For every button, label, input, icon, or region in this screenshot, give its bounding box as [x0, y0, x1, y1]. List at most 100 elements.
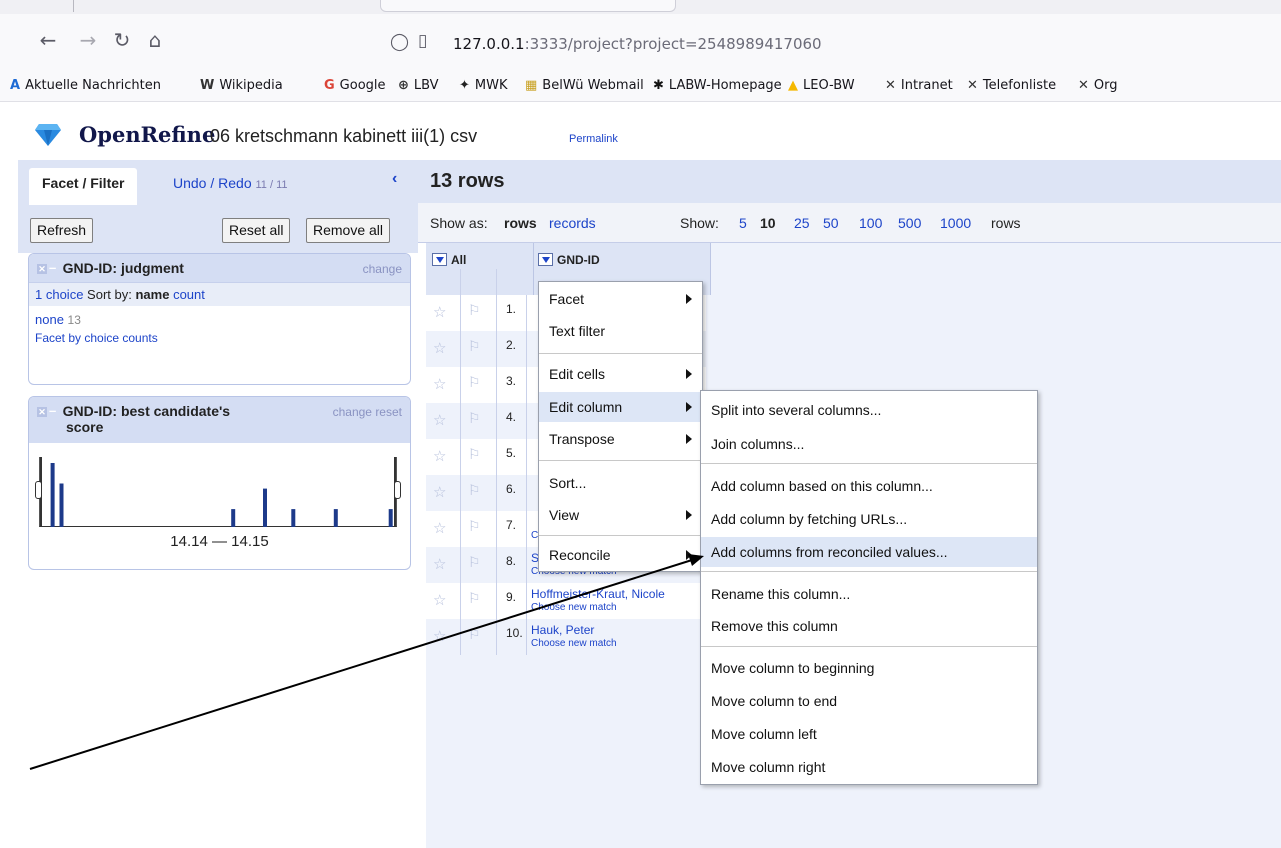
bookmark-item[interactable]: ⊕ LBV — [398, 78, 439, 93]
chevron-down-icon[interactable] — [538, 253, 553, 267]
flag-icon[interactable]: ⚐ — [468, 447, 481, 463]
page-size-50[interactable]: 50 — [823, 215, 839, 231]
reset-link[interactable]: reset — [375, 405, 402, 419]
bookmark-item[interactable]: ✱ LABW-Homepage — [653, 78, 782, 93]
active-tab-edge[interactable] — [380, 0, 676, 12]
flag-icon[interactable]: ⚐ — [468, 591, 481, 607]
minimize-icon[interactable]: – — [49, 261, 59, 274]
row-divider — [496, 475, 497, 511]
menu-item-facet[interactable]: Facet — [539, 284, 702, 314]
page-size-5[interactable]: 5 — [739, 215, 747, 231]
back-arrow-icon[interactable]: ← — [36, 28, 60, 52]
bookmark-item[interactable]: G Google — [324, 78, 386, 93]
page-size-1000[interactable]: 1000 — [940, 215, 971, 231]
close-icon[interactable]: ✕ — [37, 407, 47, 417]
bookmark-item[interactable]: W Wikipedia — [200, 78, 283, 93]
flag-icon[interactable]: ⚐ — [468, 339, 481, 355]
range-handle-right[interactable] — [394, 481, 401, 499]
choose-new-match-link[interactable]: Choose new match — [531, 602, 617, 613]
menu-item-move-end[interactable]: Move column to end — [701, 686, 1037, 716]
bookmark-item[interactable]: A Aktuelle Nachrichten — [10, 78, 161, 93]
close-icon[interactable]: ✕ — [37, 264, 47, 274]
app-brand[interactable]: OpenRefine — [79, 122, 215, 147]
menu-item-rename[interactable]: Rename this column... — [701, 579, 1037, 609]
menu-item-transpose[interactable]: Transpose — [539, 424, 702, 454]
facet-change-link[interactable]: change reset — [333, 405, 402, 419]
menu-item-view[interactable]: View — [539, 500, 702, 530]
star-icon[interactable]: ☆ — [433, 591, 446, 609]
menu-item-join[interactable]: Join columns... — [701, 429, 1037, 459]
page-size-100[interactable]: 100 — [859, 215, 882, 231]
chevron-down-icon[interactable] — [432, 253, 447, 267]
menu-item-edit-cells[interactable]: Edit cells — [539, 359, 702, 389]
page-size-10[interactable]: 10 — [760, 215, 776, 231]
sort-name-option[interactable]: name — [135, 287, 169, 302]
star-icon[interactable]: ☆ — [433, 447, 446, 465]
menu-item-sort[interactable]: Sort... — [539, 468, 702, 498]
menu-item-edit-column[interactable]: Edit column — [539, 392, 702, 422]
tab-facet-filter[interactable]: Facet / Filter — [29, 168, 138, 205]
menu-item-move-left[interactable]: Move column left — [701, 719, 1037, 749]
score-histogram[interactable] — [35, 457, 401, 527]
flag-icon[interactable]: ⚐ — [468, 483, 481, 499]
records-mode-link[interactable]: records — [549, 215, 596, 231]
star-icon[interactable]: ☆ — [433, 303, 446, 321]
reload-icon[interactable]: ↻ — [110, 28, 134, 52]
facet-change-link[interactable]: change — [363, 262, 402, 276]
sort-count-link[interactable]: count — [173, 287, 205, 302]
bookmark-item[interactable]: ✕ Telefonliste — [967, 78, 1056, 93]
flag-icon[interactable]: ⚐ — [468, 519, 481, 535]
star-icon[interactable]: ☆ — [433, 411, 446, 429]
choices-count-link[interactable]: 1 choice — [35, 287, 83, 302]
flag-icon[interactable]: ⚐ — [468, 627, 481, 643]
collapse-panel-icon[interactable]: ‹ — [392, 170, 397, 188]
shield-icon[interactable]: ◯ — [390, 32, 409, 52]
menu-item-split[interactable]: Split into several columns... — [701, 395, 1037, 425]
star-icon[interactable]: ☆ — [433, 627, 446, 645]
menu-item-remove[interactable]: Remove this column — [701, 611, 1037, 641]
star-icon[interactable]: ☆ — [433, 339, 446, 357]
facet-by-choice-counts-link[interactable]: Facet by choice counts — [29, 329, 410, 351]
choose-new-match-link[interactable]: Choose new match — [531, 638, 617, 649]
page-size-25[interactable]: 25 — [794, 215, 810, 231]
bookmark-item[interactable]: ▦ BelWü Webmail — [525, 78, 644, 93]
star-icon[interactable]: ☆ — [433, 555, 446, 573]
star-icon[interactable]: ☆ — [433, 375, 446, 393]
flag-icon[interactable]: ⚐ — [468, 375, 481, 391]
url-text[interactable]: 127.0.0.1:3333/project?project=254898941… — [453, 35, 822, 53]
change-link[interactable]: change — [333, 405, 372, 419]
page-size-500[interactable]: 500 — [898, 215, 921, 231]
flag-icon[interactable]: ⚐ — [468, 555, 481, 571]
permalink-link[interactable]: Permalink — [569, 133, 618, 145]
rows-mode-option[interactable]: rows — [504, 215, 537, 231]
reset-all-button[interactable]: Reset all — [222, 218, 291, 243]
home-icon[interactable]: ⌂ — [143, 28, 167, 52]
menu-item-move-right[interactable]: Move column right — [701, 752, 1037, 782]
bookmark-item[interactable]: ✕ Org — [1078, 78, 1118, 93]
cell-value-link[interactable]: Hoffmeister-Kraut, Nicole — [531, 587, 665, 601]
bookmark-item[interactable]: ✕ Intranet — [885, 78, 953, 93]
menu-item-add-based[interactable]: Add column based on this column... — [701, 471, 1037, 501]
menu-item-add-fetch[interactable]: Add column by fetching URLs... — [701, 504, 1037, 534]
menu-item-reconcile[interactable]: Reconcile — [539, 540, 702, 570]
menu-item-move-begin[interactable]: Move column to beginning — [701, 653, 1037, 683]
forward-arrow-icon[interactable]: → — [76, 28, 100, 52]
star-icon[interactable]: ☆ — [433, 519, 446, 537]
facet-choice-none[interactable]: none — [35, 312, 64, 327]
menu-item-text-filter[interactable]: Text filter — [539, 316, 702, 346]
star-icon[interactable]: ☆ — [433, 483, 446, 501]
address-bar[interactable]: ◯ ▯ 127.0.0.1:3333/project?project=25489… — [380, 28, 1281, 58]
flag-icon[interactable]: ⚐ — [468, 303, 481, 319]
bookmark-item[interactable]: ▲ LEO-BW — [788, 78, 855, 93]
remove-all-button[interactable]: Remove all — [306, 218, 391, 243]
project-title[interactable]: 06 kretschmann kabinett iii(1) csv — [210, 126, 477, 147]
cell-value-link[interactable]: Hauk, Peter — [531, 623, 594, 637]
minimize-icon[interactable]: – — [49, 404, 59, 417]
flag-icon[interactable]: ⚐ — [468, 411, 481, 427]
range-handle-left[interactable] — [35, 481, 42, 499]
bookmark-item[interactable]: ✦ MWK — [459, 78, 508, 93]
menu-item-add-reconciled[interactable]: Add columns from reconciled values... — [701, 537, 1037, 567]
tab-undo-redo[interactable]: Undo / Redo 11 / 11 — [160, 168, 301, 205]
openrefine-diamond-icon[interactable] — [35, 124, 61, 146]
refresh-button[interactable]: Refresh — [30, 218, 94, 243]
